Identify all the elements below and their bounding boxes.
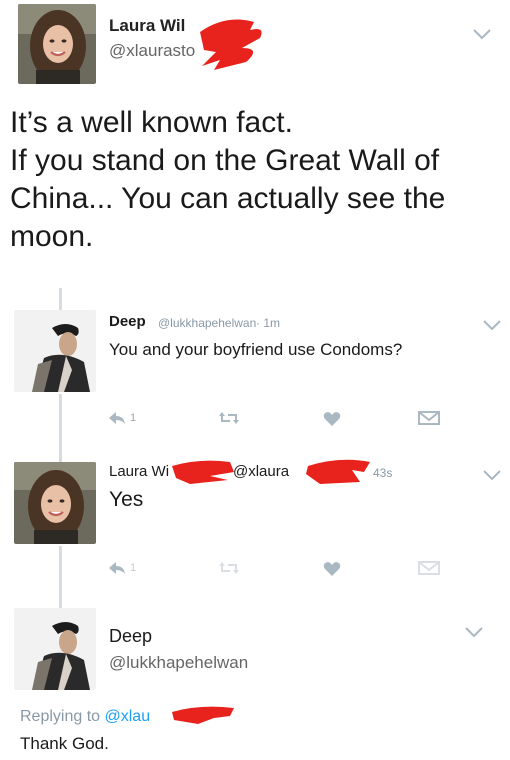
deep-name[interactable]: Deep: [109, 313, 146, 330]
chevron-down-icon[interactable]: [471, 27, 493, 41]
retweet-action[interactable]: [218, 411, 240, 425]
thread-line: [59, 546, 62, 608]
heart-icon: [323, 561, 341, 577]
reply1-text: You and your boyfriend use Condoms?: [109, 340, 403, 359]
laura-name[interactable]: Laura Wil: [109, 16, 185, 36]
deep-handle[interactable]: @lukkhapehelwan: [109, 653, 248, 673]
reply-count: 1: [130, 562, 137, 574]
reply3-text: Thank God.: [20, 734, 109, 753]
chevron-down-icon[interactable]: [463, 625, 485, 639]
redaction-scribble: [304, 456, 376, 486]
reply-count: 1: [130, 412, 137, 424]
main-tweet-line: China... You can actually see the: [10, 182, 446, 215]
deep-avatar[interactable]: [14, 310, 96, 392]
heart-icon: [323, 411, 341, 427]
retweet-action[interactable]: [218, 561, 240, 575]
main-tweet-line: If you stand on the Great Wall of: [10, 144, 440, 177]
thread-line: [59, 394, 62, 464]
like-action[interactable]: [323, 411, 341, 427]
deep-avatar[interactable]: [14, 608, 96, 690]
main-tweet-line: It’s a well known fact.: [10, 106, 293, 139]
main-tweet-text: It’s a well known fact. If you stand on …: [10, 104, 445, 256]
retweet-icon: [218, 411, 240, 425]
laura-avatar[interactable]: [14, 462, 96, 544]
reply-arrow-icon: [108, 561, 126, 575]
replying-to-label: Replying to: [20, 708, 101, 725]
main-tweet-line: moon.: [10, 220, 94, 253]
dm-action[interactable]: [418, 561, 440, 575]
redaction-scribble: [170, 704, 240, 726]
laura-handle[interactable]: @xlaura: [233, 463, 289, 480]
replying-to: Replying to @xlau: [20, 708, 150, 726]
reply-action[interactable]: 1: [108, 411, 136, 425]
reply-action[interactable]: 1: [108, 561, 136, 575]
laura-avatar[interactable]: [18, 4, 96, 84]
reply-arrow-icon: [108, 411, 126, 425]
redaction-scribble: [170, 458, 240, 486]
chevron-down-icon[interactable]: [481, 468, 503, 482]
reply1-time[interactable]: · 1m: [256, 316, 280, 330]
deep-handle[interactable]: @lukkhapehelwan: [158, 316, 256, 330]
retweet-icon: [218, 561, 240, 575]
laura-name[interactable]: Laura Wi: [109, 463, 169, 480]
dm-envelope-icon: [418, 411, 440, 425]
like-action[interactable]: [323, 561, 341, 577]
reply2-text: Yes: [109, 488, 144, 511]
redaction-scribble: [196, 12, 276, 76]
replying-to-handle[interactable]: @xlau: [105, 708, 151, 725]
laura-handle[interactable]: @xlaurasto: [109, 41, 195, 61]
chevron-down-icon[interactable]: [481, 318, 503, 332]
dm-envelope-icon: [418, 561, 440, 575]
dm-action[interactable]: [418, 411, 440, 425]
deep-name[interactable]: Deep: [109, 626, 152, 647]
